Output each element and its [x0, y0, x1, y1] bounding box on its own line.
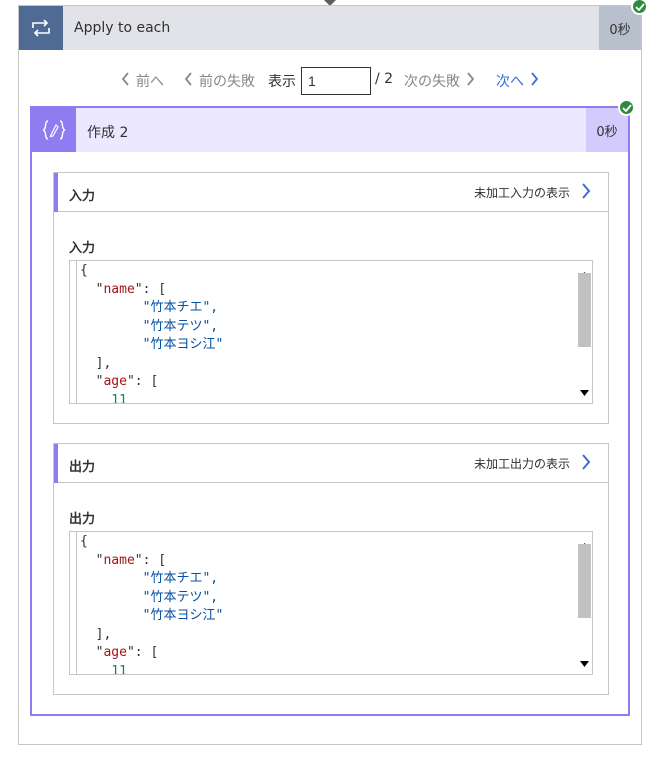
code-line: "竹本チエ", — [111, 300, 219, 315]
code-scrollbar[interactable] — [577, 532, 592, 674]
prev-failure-button[interactable]: 前の失敗 — [199, 71, 255, 91]
loop-icon — [19, 6, 63, 50]
input-code-viewer[interactable]: { "name": [ "竹本チエ", "竹本テツ", "竹本ヨシ江" ], "… — [69, 260, 593, 404]
output-section: 出力 未加工出力の表示 出力 { "name": [ "竹本チエ", "竹本テツ… — [53, 443, 609, 695]
code-line: "竹本チエ", — [111, 571, 219, 586]
scroll-down-icon[interactable] — [580, 381, 589, 400]
output-section-header[interactable]: 出力 未加工出力の表示 — [54, 444, 608, 483]
code-line: { — [80, 263, 88, 278]
page-total: / 2 — [375, 71, 394, 87]
code-line: ], — [80, 355, 112, 371]
code-key: name — [103, 281, 135, 297]
input-code: { "name": [ "竹本チエ", "竹本テツ", "竹本ヨシ江" ], "… — [80, 262, 224, 404]
show-label: 表示 — [268, 74, 296, 90]
code-line: "竹本テツ", — [111, 318, 219, 334]
next-failure-button[interactable]: 次の失敗 — [404, 71, 460, 91]
code-gutter — [70, 532, 77, 674]
code-gutter — [70, 261, 77, 403]
chevron-right-icon[interactable] — [581, 183, 591, 203]
show-raw-inputs-link[interactable]: 未加工入力の表示 — [474, 184, 570, 201]
chevron-right-icon — [466, 72, 475, 90]
compose-2-card: 作成 2 0秒 入力 未加工入力の表示 入力 { "name": [ "竹本チエ… — [30, 106, 630, 716]
code-key: age — [103, 374, 127, 389]
output-sub-label: 出力 — [69, 512, 96, 527]
compose-2-header[interactable]: 作成 2 0秒 — [32, 108, 628, 152]
prev-button[interactable]: 前へ — [136, 71, 164, 91]
chevron-left-icon — [184, 72, 193, 90]
code-line: 11 — [80, 663, 127, 675]
code-line: 11 — [80, 392, 127, 404]
section-accent — [54, 173, 58, 212]
output-code-viewer[interactable]: { "name": [ "竹本チエ", "竹本テツ", "竹本ヨシ江" ], "… — [69, 531, 593, 675]
input-section-header[interactable]: 入力 未加工入力の表示 — [54, 173, 608, 212]
code-scrollbar[interactable] — [577, 261, 592, 403]
code-line: ], — [80, 626, 112, 642]
input-heading: 入力 — [69, 189, 96, 204]
code-key: age — [103, 645, 127, 660]
code-key: name — [103, 552, 135, 568]
input-sub-label: 入力 — [69, 241, 96, 256]
code-line: "竹本テツ", — [111, 589, 219, 605]
input-section: 入力 未加工入力の表示 入力 { "name": [ "竹本チエ", "竹本テツ… — [53, 172, 609, 424]
chevron-right-icon — [530, 72, 539, 90]
scroll-thumb[interactable] — [578, 544, 591, 618]
code-line: { — [80, 534, 88, 549]
scroll-down-icon[interactable] — [580, 652, 589, 671]
code-line: "竹本ヨシ江" — [111, 608, 224, 623]
output-heading: 出力 — [69, 460, 96, 475]
page-number-input[interactable] — [301, 67, 371, 95]
code-line: "竹本ヨシ江" — [111, 337, 224, 352]
compose-braces-icon — [32, 108, 76, 152]
check-icon — [631, 0, 648, 15]
chevron-right-icon[interactable] — [581, 454, 591, 474]
compose-2-title: 作成 2 — [87, 125, 129, 141]
next-button[interactable]: 次へ — [496, 71, 524, 91]
output-code: { "name": [ "竹本チエ", "竹本テツ", "竹本ヨシ江" ], "… — [80, 533, 224, 675]
scroll-thumb[interactable] — [578, 273, 591, 347]
check-icon — [618, 99, 635, 116]
section-accent — [54, 444, 58, 483]
chevron-left-icon — [121, 72, 130, 90]
show-raw-outputs-link[interactable]: 未加工出力の表示 — [474, 455, 570, 472]
apply-to-each-header[interactable]: Apply to each 0秒 — [19, 6, 641, 50]
apply-to-each-title: Apply to each — [74, 20, 171, 36]
